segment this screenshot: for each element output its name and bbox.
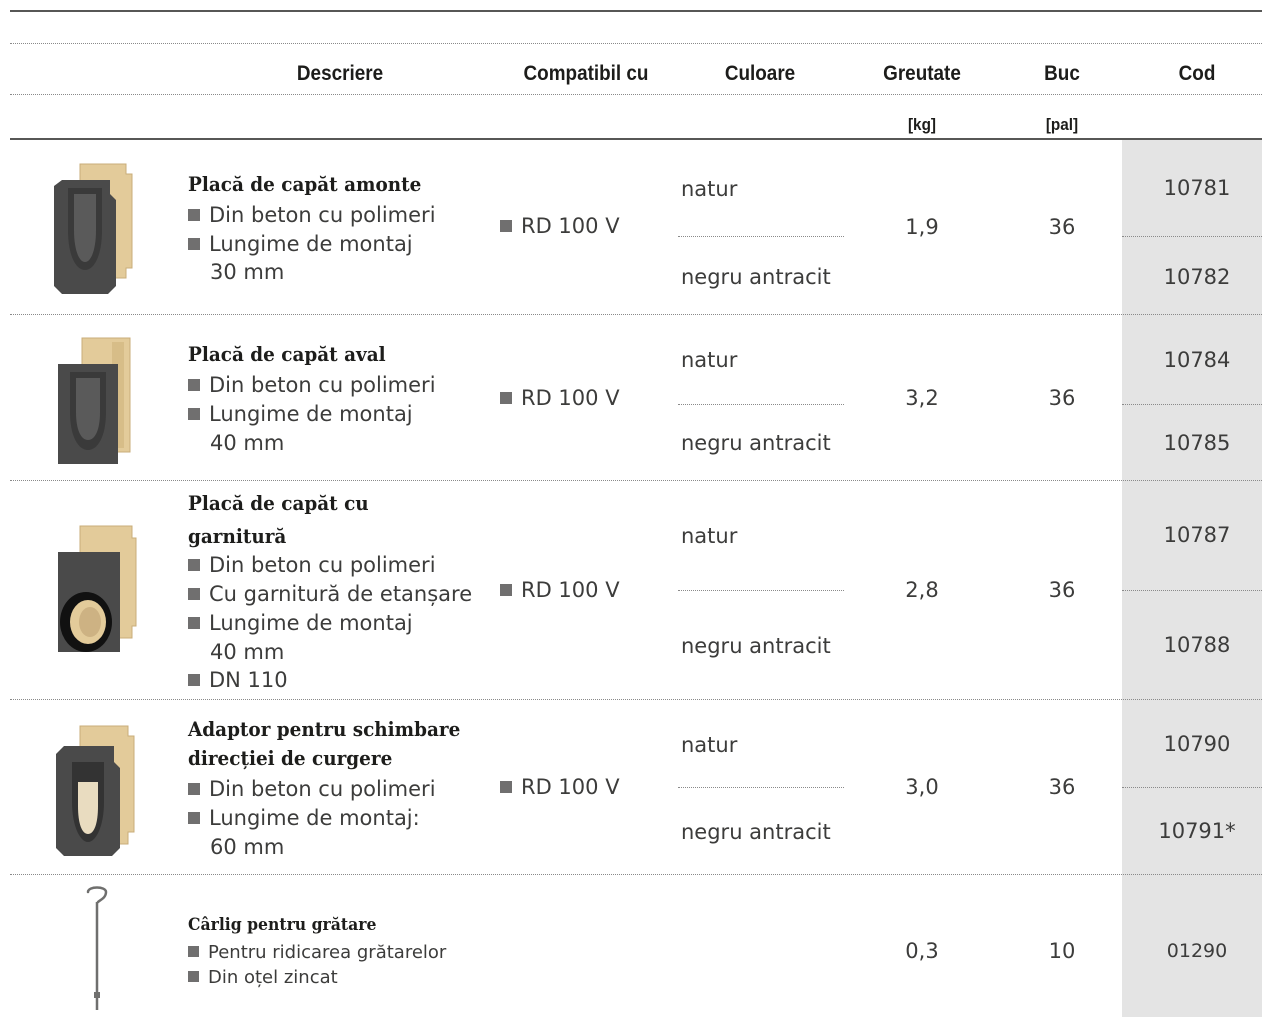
code-cell: 10784 [1163,348,1231,372]
color-negru: negru antracit [681,265,831,289]
code-cell: 10790 [1163,732,1231,756]
bullet-square-icon [188,783,200,795]
product-title: Cârlig pentru grătare [188,915,377,935]
product-title: Placă de capăt amonte [188,172,422,196]
bullet-square-icon [500,584,512,596]
top-rule [10,10,1262,12]
product-bullet-continuation: 60 mm [210,835,285,859]
compat-cell: RD 100 V [500,775,620,799]
color-divider [678,787,844,788]
header-compatibil: Compatibil cu [523,62,649,85]
bullet-square-icon [188,812,200,824]
bullet-square-icon [188,209,200,221]
header-culoare: Culoare [724,62,796,85]
code-cell: 01290 [1166,940,1228,962]
header-greutate: Greutate [883,62,961,85]
color-divider [678,236,844,237]
bullet-square-icon [188,238,200,250]
color-natur: natur [681,524,738,548]
product-title-line-2: garnitură [188,524,287,548]
product-bullet-continuation: 40 mm [210,640,285,664]
weight-cell: 1,9 [905,215,939,239]
header-buc-unit: [pal] [1045,115,1079,134]
product-title-line-2: direcției de curgere [188,746,393,770]
product-bullet: Lungime de montaj [188,400,413,429]
row-divider [10,314,1262,315]
code-cell: 10791* [1158,819,1236,843]
compat-cell: RD 100 V [500,578,620,602]
code-cell: 10782 [1163,265,1231,289]
product-bullet: Din oțel zincat [188,965,338,990]
code-divider [1122,404,1262,405]
product-title: Placă de capăt aval [188,342,386,366]
product-bullet-continuation: 30 mm [210,260,285,284]
color-divider [678,404,844,405]
bullet-square-icon [188,946,199,957]
bullet-square-icon [500,220,512,232]
grate-hook-icon [86,886,108,1010]
product-bullet: DN 110 [188,666,288,695]
weight-cell: 2,8 [905,578,939,602]
bullet-square-icon [500,392,512,404]
pal-cell: 36 [1048,215,1076,239]
product-title: Placă de capăt cu [188,491,369,515]
product-bullet: Din beton cu polimeri [188,201,436,230]
pal-cell: 36 [1048,578,1076,602]
product-bullet: Lungime de montaj [188,609,413,638]
bullet-square-icon [188,588,200,600]
row-divider [10,480,1262,481]
row-divider [10,699,1262,700]
bullet-square-icon [188,971,199,982]
product-bullet: Din beton cu polimeri [188,775,436,804]
bullet-square-icon [188,559,200,571]
header-greutate-unit: [kg] [907,115,937,134]
row-divider [10,874,1262,875]
color-negru: negru antracit [681,820,831,844]
header-top-divider [10,43,1262,44]
product-bullet-continuation: 40 mm [210,431,285,455]
bullet-square-icon [188,379,200,391]
product-bullet: Din beton cu polimeri [188,371,436,400]
weight-cell: 3,0 [905,775,939,799]
compat-cell: RD 100 V [500,214,620,238]
end-plate-gasket-icon [58,525,137,652]
bullet-square-icon [500,781,512,793]
header-descriere: Descriere [296,62,384,85]
flow-direction-adapter-icon [56,725,135,856]
product-bullet: Lungime de montaj: [188,804,420,833]
weight-cell: 0,3 [905,939,939,963]
code-cell: 10788 [1163,633,1231,657]
color-negru: negru antracit [681,634,831,658]
bullet-square-icon [188,617,200,629]
product-bullet: Cu garnitură de etanșare [188,580,472,609]
pal-cell: 36 [1048,775,1076,799]
bullet-square-icon [188,408,200,420]
pal-cell: 10 [1048,939,1076,963]
product-bullet: Din beton cu polimeri [188,551,436,580]
code-cell: 10785 [1163,431,1231,455]
code-divider [1122,787,1262,788]
color-negru: negru antracit [681,431,831,455]
color-natur: natur [681,733,738,757]
product-bullet: Lungime de montaj [188,230,413,259]
compat-cell: RD 100 V [500,386,620,410]
end-plate-downstream-icon [58,337,131,464]
color-natur: natur [681,348,738,372]
code-cell: 10787 [1163,523,1231,547]
code-divider [1122,236,1262,237]
pal-cell: 36 [1048,386,1076,410]
color-natur: natur [681,177,738,201]
header-bottom-rule [10,138,1262,140]
header-cod: Cod [1178,62,1216,85]
color-divider [678,590,844,591]
header-buc: Buc [1044,62,1080,85]
weight-cell: 3,2 [905,386,939,410]
header-mid-divider [10,94,1262,95]
code-cell: 10781 [1163,176,1231,200]
code-divider [1122,590,1262,591]
bullet-square-icon [188,674,200,686]
end-plate-upstream-icon [54,163,133,294]
product-bullet: Pentru ridicarea grătarelor [188,940,446,965]
